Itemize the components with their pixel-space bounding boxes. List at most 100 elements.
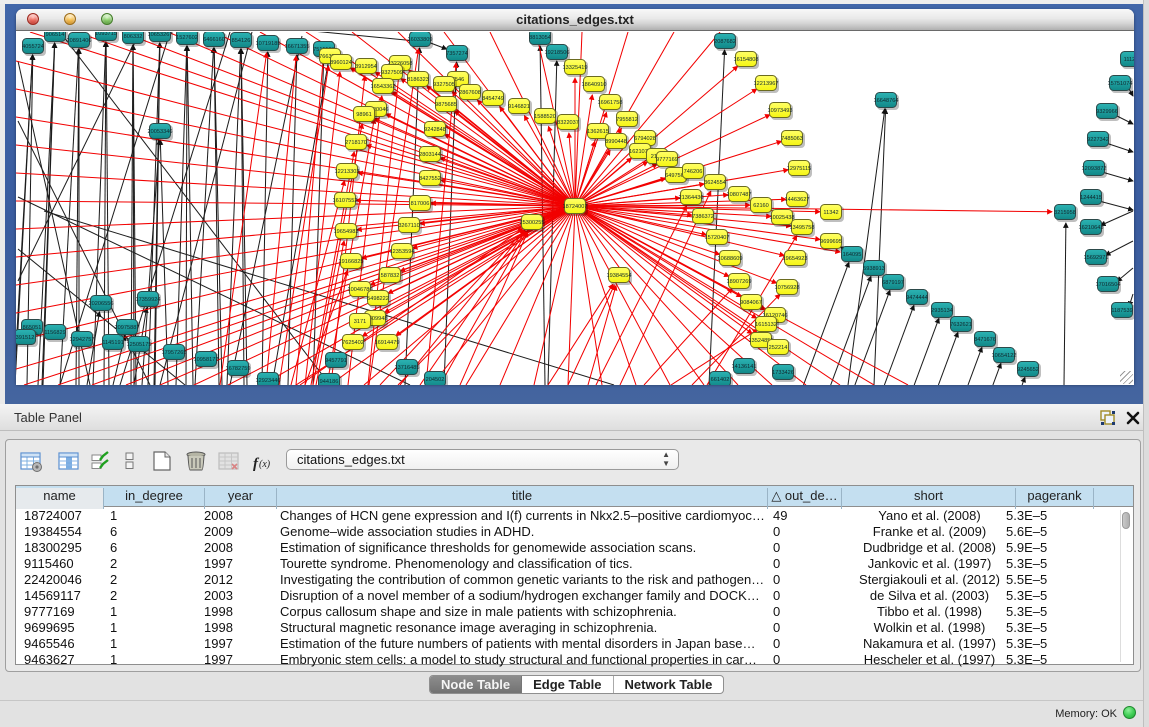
svg-text:20053346: 20053346: [148, 129, 173, 135]
svg-text:3912954: 3912954: [355, 64, 377, 70]
svg-text:18724007: 18724007: [563, 204, 588, 210]
svg-text:8427552: 8427552: [419, 176, 441, 182]
svg-text:8454749: 8454749: [482, 96, 504, 102]
svg-text:9084067: 9084067: [740, 300, 762, 306]
svg-text:16033809: 16033809: [408, 37, 433, 43]
svg-text:(x): (x): [259, 459, 271, 470]
svg-text:16154808: 16154808: [734, 57, 759, 63]
svg-text:16914479: 16914479: [375, 340, 400, 346]
svg-text:11123: 11123: [1124, 57, 1134, 63]
svg-text:12923446: 12923446: [256, 378, 281, 384]
svg-text:20891406: 20891406: [67, 38, 92, 44]
svg-text:10653267: 10653267: [148, 32, 173, 38]
svg-text:9875685: 9875685: [435, 102, 457, 108]
svg-text:8813054: 8813054: [529, 35, 551, 41]
svg-text:9227342: 9227342: [1087, 137, 1109, 143]
svg-text:9777169: 9777169: [656, 157, 678, 163]
svg-text:19166825: 19166825: [339, 259, 364, 265]
svg-text:3624554: 3624554: [704, 180, 726, 186]
svg-text:14463627: 14463627: [785, 197, 810, 203]
svg-text:7632621: 7632621: [950, 322, 972, 328]
svg-text:10973493: 10973493: [768, 108, 793, 114]
svg-text:9699695: 9699695: [820, 239, 842, 245]
svg-text:10807487: 10807487: [727, 192, 752, 198]
svg-text:17359924: 17359924: [136, 297, 161, 303]
svg-text:9242848: 9242848: [424, 127, 446, 133]
svg-text:661402: 661402: [711, 377, 730, 383]
svg-text:15751074: 15751074: [1108, 81, 1133, 87]
svg-text:13325419: 13325419: [563, 65, 588, 71]
svg-text:8186323: 8186323: [407, 77, 429, 83]
svg-text:204502: 204502: [426, 377, 445, 383]
svg-text:5938913: 5938913: [863, 266, 885, 272]
svg-text:8322037: 8322037: [557, 120, 579, 126]
svg-text:2718170: 2718170: [345, 140, 367, 146]
svg-text:17957265: 17957265: [162, 350, 187, 356]
svg-text:9329966: 9329966: [1096, 109, 1118, 115]
svg-text:3215958: 3215958: [1054, 210, 1076, 216]
svg-text:19218506: 19218506: [545, 50, 570, 56]
svg-text:15692971: 15692971: [1084, 255, 1109, 261]
svg-text:2867608: 2867608: [459, 90, 481, 96]
svg-text:18640910: 18640910: [582, 82, 607, 88]
svg-text:817006: 817006: [411, 201, 430, 207]
svg-text:7357274: 7357274: [446, 51, 468, 57]
svg-text:10654122: 10654122: [992, 353, 1017, 359]
svg-text:8960124: 8960124: [330, 60, 352, 66]
svg-text:252214: 252214: [769, 345, 788, 351]
svg-text:62160: 62160: [753, 203, 769, 209]
svg-text:13495758: 13495758: [790, 225, 815, 231]
svg-text:16210643: 16210643: [1079, 225, 1104, 231]
svg-text:19384554: 19384554: [607, 273, 632, 279]
svg-text:10756928: 10756928: [775, 285, 800, 291]
svg-text:944186: 944186: [320, 379, 339, 385]
svg-text:14136141: 14136141: [732, 364, 757, 370]
svg-text:12505175: 12505175: [127, 342, 152, 348]
svg-text:7625402: 7625402: [342, 340, 364, 346]
svg-text:1362615: 1362615: [587, 129, 609, 135]
svg-text:9146821: 9146821: [508, 104, 530, 110]
svg-text:9327509: 9327509: [381, 70, 403, 76]
svg-text:19654923: 19654923: [783, 256, 808, 262]
svg-text:1244415: 1244415: [1080, 195, 1102, 201]
svg-text:16961758: 16961758: [598, 100, 623, 106]
svg-text:11342: 11342: [823, 210, 838, 216]
svg-text:18907269: 18907269: [727, 279, 752, 285]
svg-text:12093872: 12093872: [1082, 166, 1107, 172]
svg-text:9457791: 9457791: [325, 358, 347, 364]
svg-text:12213967: 12213967: [754, 81, 779, 87]
svg-text:854126: 854126: [232, 38, 251, 44]
svg-text:10688609: 10688609: [718, 256, 743, 262]
svg-text:19654983: 19654983: [334, 229, 359, 235]
svg-text:20975887: 20975887: [115, 325, 140, 331]
svg-text:6879197: 6879197: [882, 280, 904, 286]
svg-text:1156829: 1156829: [44, 330, 65, 336]
svg-text:1527602: 1527602: [176, 35, 198, 41]
svg-text:20206556: 20206556: [89, 301, 114, 307]
svg-text:587832: 587832: [381, 273, 400, 279]
svg-text:16543362: 16543362: [371, 84, 396, 90]
svg-text:8471676: 8471676: [974, 337, 996, 343]
svg-text:164095: 164095: [843, 252, 862, 258]
svg-text:2087682: 2087682: [714, 39, 736, 45]
svg-text:7485063: 7485063: [781, 136, 803, 142]
svg-text:1093715: 1093715: [95, 32, 117, 37]
svg-text:4055724: 4055724: [22, 44, 44, 50]
svg-text:8990448: 8990448: [605, 139, 627, 145]
svg-text:6794028: 6794028: [634, 136, 656, 142]
svg-text:3171: 3171: [354, 319, 366, 325]
svg-text:3267110: 3267110: [398, 223, 419, 229]
svg-text:5498222: 5498222: [367, 296, 389, 302]
svg-text:2935134: 2935134: [931, 308, 953, 314]
svg-text:7386372: 7386372: [692, 214, 714, 220]
svg-text:9245652: 9245652: [1017, 367, 1039, 373]
svg-text:6466160: 6466160: [203, 37, 225, 43]
svg-text:12942757: 12942757: [70, 337, 95, 343]
svg-text:746206: 746206: [684, 169, 703, 175]
svg-text:9474444: 9474444: [906, 295, 928, 301]
svg-text:21364436: 21364436: [679, 195, 704, 201]
svg-text:1145191: 1145191: [102, 340, 123, 346]
svg-text:16782759: 16782759: [226, 366, 251, 372]
svg-text:16671355: 16671355: [285, 44, 310, 50]
svg-text:806332: 806332: [124, 34, 143, 40]
